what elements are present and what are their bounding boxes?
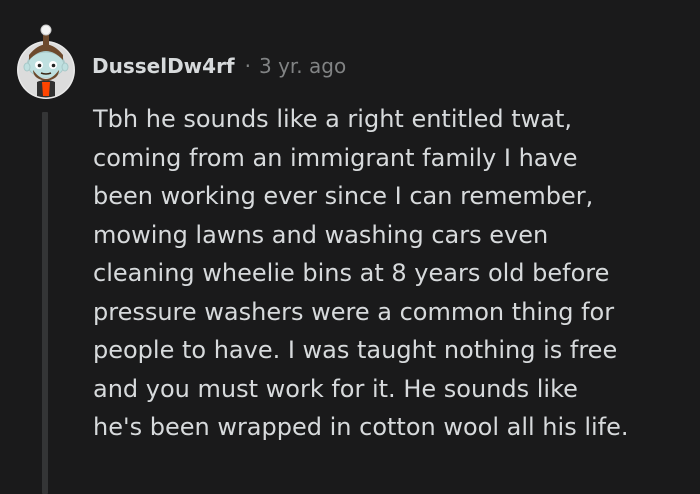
meta-separator: · bbox=[244, 54, 251, 78]
comment-body-line: mowing lawns and washing cars even bbox=[93, 220, 549, 249]
comment-body-line: and you must work for it. He sounds like bbox=[93, 374, 578, 403]
comment-timestamp[interactable]: 3 yr. ago bbox=[259, 54, 346, 78]
comment-body: Tbh he sounds like a right entitled twat… bbox=[93, 100, 693, 447]
comment-body-line: cleaning wheelie bins at 8 years old bef… bbox=[93, 259, 610, 287]
comment-body-line: pressure washers were a common thing for bbox=[93, 297, 615, 326]
comment-body-line: he's been wrapped in cotton wool all his… bbox=[93, 413, 629, 441]
comment-body-line: coming from an immigrant family I have bbox=[93, 143, 578, 172]
comment-header: DusselDw4rf · 3 yr. ago bbox=[92, 50, 346, 82]
comment: DusselDw4rf · 3 yr. ago Tbh he sounds li… bbox=[0, 0, 700, 494]
comment-body-line: been working ever since I can remember, bbox=[93, 182, 594, 210]
comment-body-line: people to have. I was taught nothing is … bbox=[93, 336, 618, 364]
snoo-avatar-icon bbox=[17, 24, 75, 99]
user-avatar[interactable] bbox=[16, 22, 76, 102]
thread-line[interactable] bbox=[42, 112, 48, 494]
username-link[interactable]: DusselDw4rf bbox=[92, 54, 235, 78]
comment-body-line: Tbh he sounds like a right entitled twat… bbox=[93, 105, 572, 133]
